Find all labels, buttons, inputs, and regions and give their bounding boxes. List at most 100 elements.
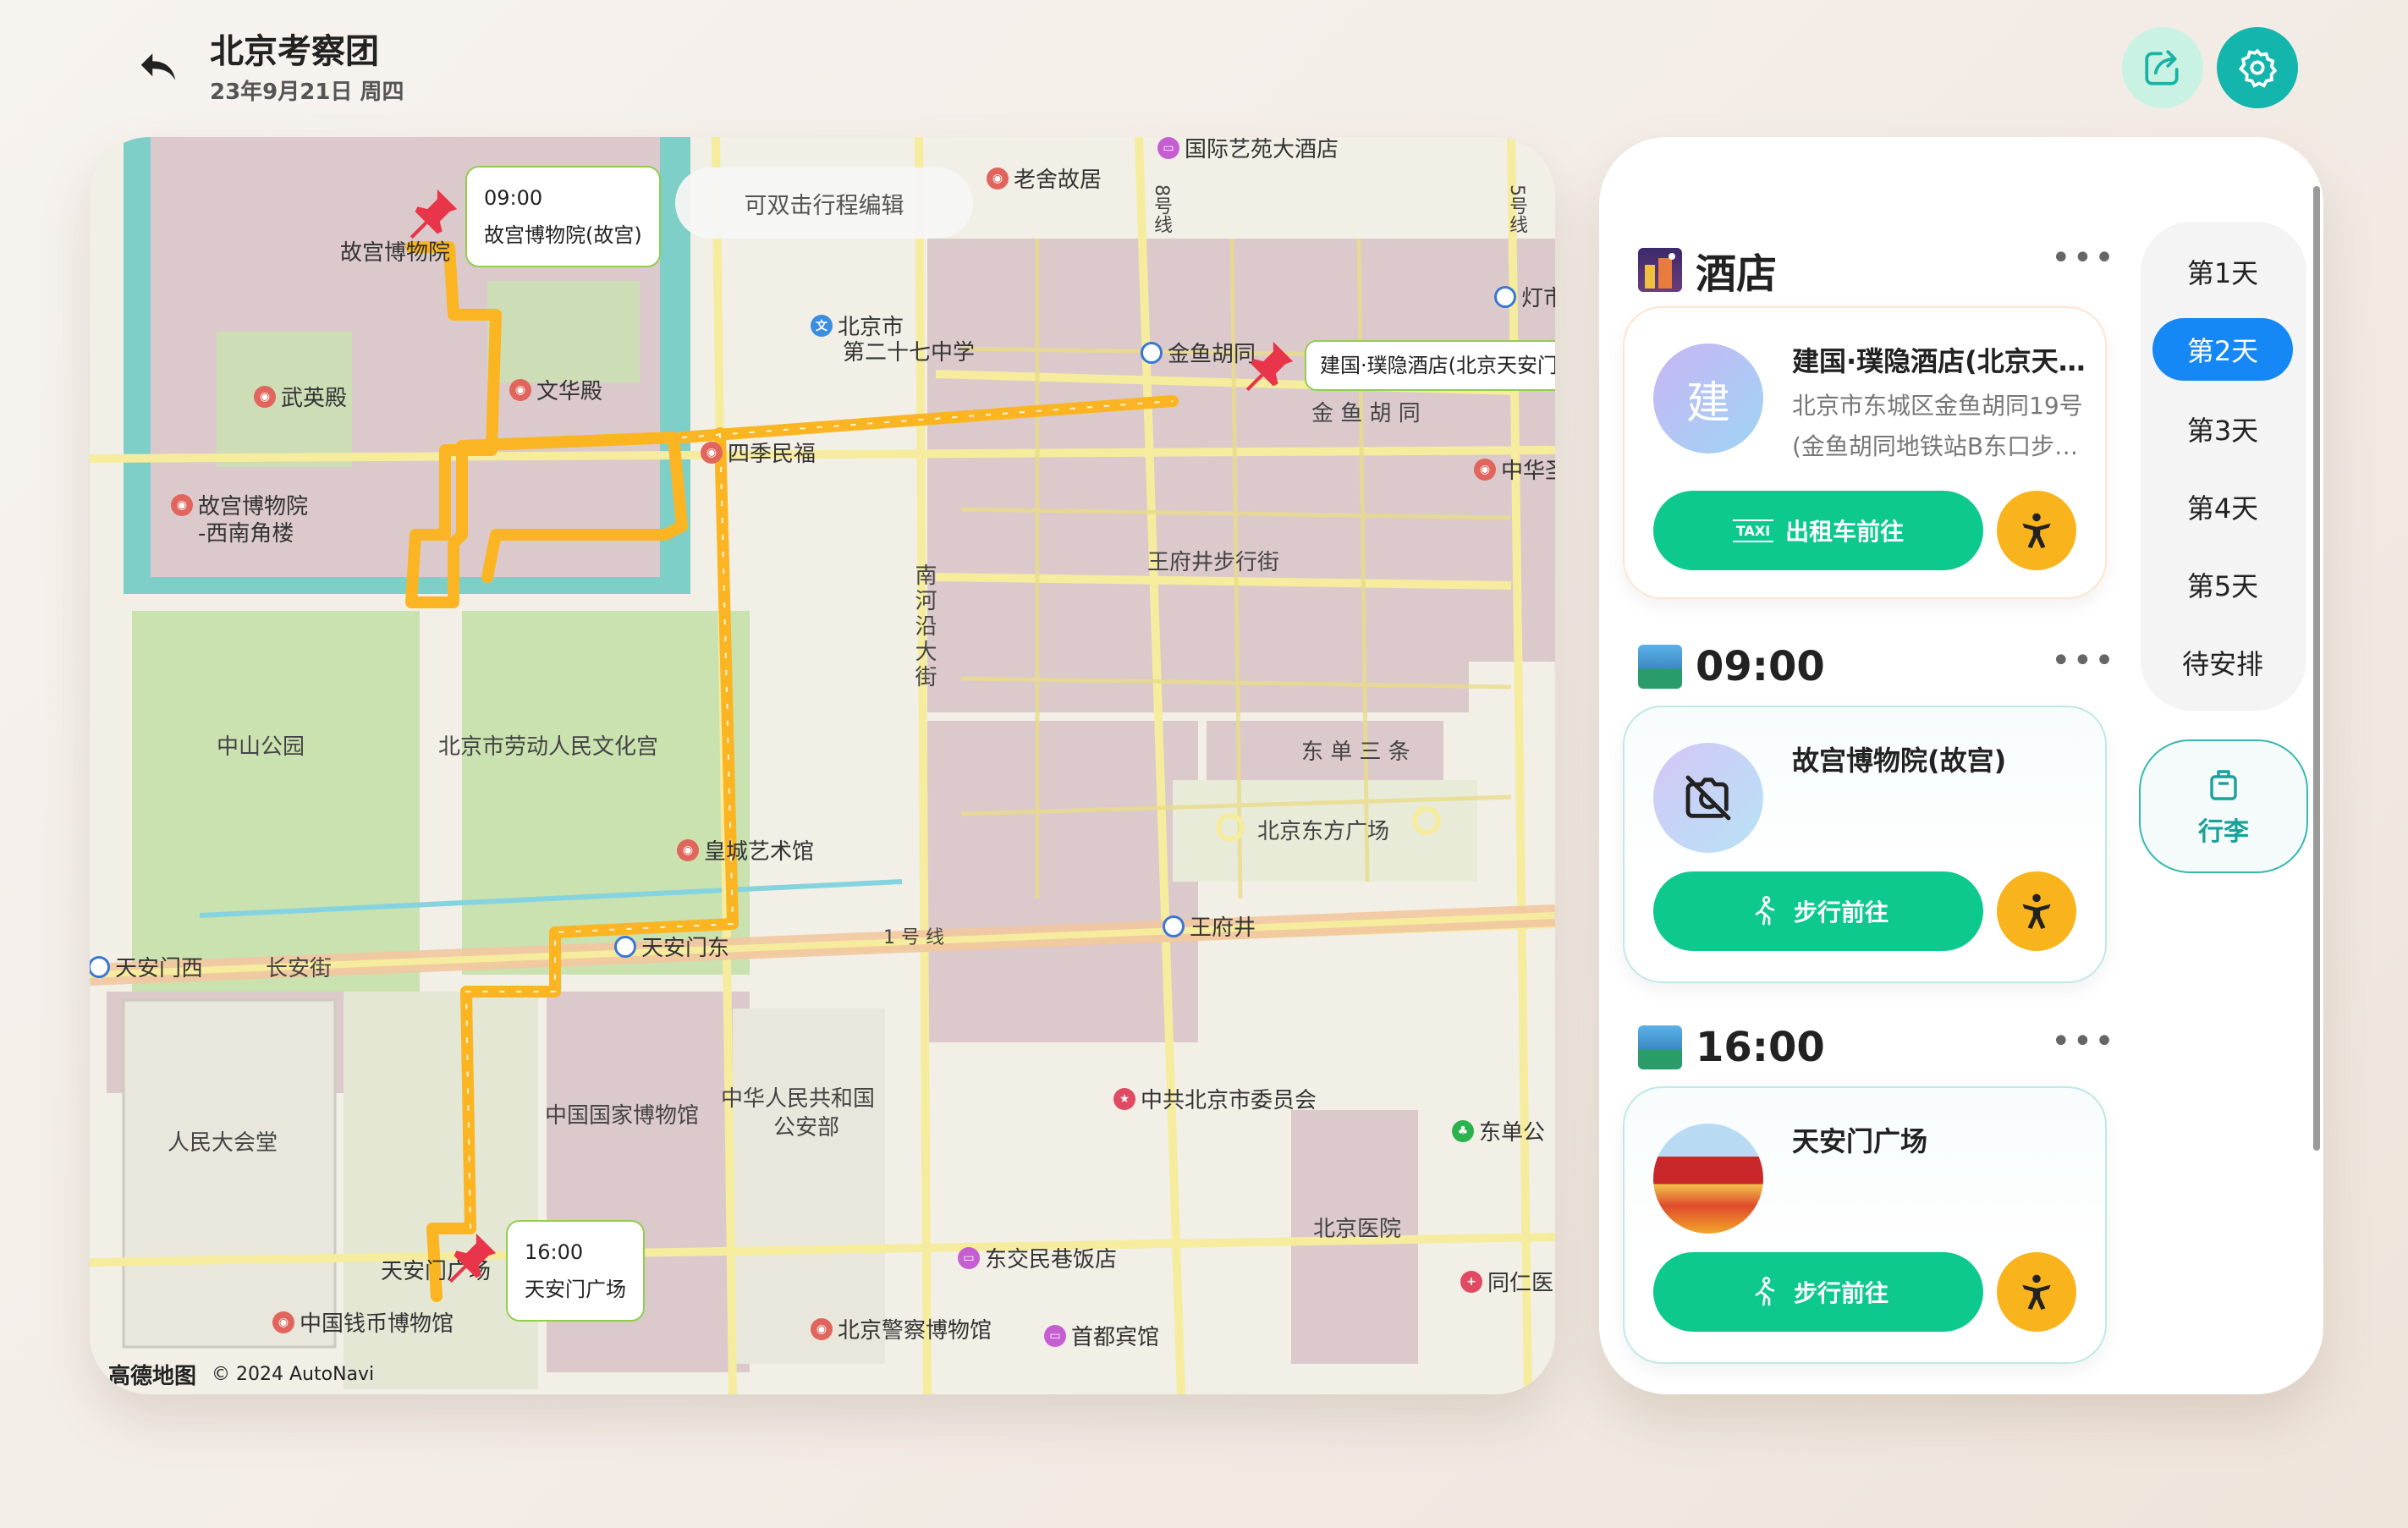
pin-icon[interactable] (1239, 337, 1298, 396)
day-tab[interactable]: 第4天 (2152, 475, 2293, 538)
map-poi[interactable]: ▭ 首都宾馆 (1044, 1320, 1159, 1351)
metro-icon (1141, 341, 1163, 364)
map-poi[interactable]: ◉ 北京警察博物馆 (811, 1313, 992, 1344)
map-poi[interactable]: ◉中华圣 (1474, 453, 1555, 485)
day-tab[interactable]: 第3天 (2152, 398, 2293, 460)
map-label: 1 号 线 (883, 927, 944, 948)
map-callout[interactable]: 建国·璞隐酒店(北京天安门 (1305, 340, 1555, 391)
map-brand: 高德地图 (108, 1364, 197, 1389)
metro-icon (90, 955, 110, 978)
route-map[interactable]: 中山公园 北京市劳动人民文化宫 王府井步行街 北京东方广场 人民大会堂 中国国家… (90, 137, 1555, 1394)
luggage-icon (2210, 770, 2237, 800)
edit-hint: 可双击行程编辑 (675, 168, 973, 239)
accessibility-button[interactable] (1997, 491, 2076, 570)
spot-name: 天安门广场 (1792, 1125, 1928, 1157)
section-title: 酒店 (1696, 250, 1778, 298)
accessibility-icon (2022, 1274, 2051, 1311)
map-poi[interactable]: -西南角楼 (198, 516, 294, 547)
school-icon: 文 (811, 314, 833, 337)
spot2-header: 16:00 (1638, 1024, 1825, 1071)
map-poi[interactable]: 王府井 (1163, 910, 1256, 942)
map-poi[interactable]: ◉ 老舍故居 (987, 162, 1102, 194)
map-label: 南河沿大街 (911, 563, 937, 690)
hotel-address: 北京市东城区金鱼胡同19号 (金鱼胡同地铁站B东口步… (1792, 392, 2083, 460)
more-button[interactable]: ••• (2051, 239, 2116, 278)
map-poi[interactable]: ◉ 中国钱币博物馆 (272, 1306, 454, 1338)
map-label: 中国国家博物馆 (545, 1103, 700, 1129)
map-poi[interactable]: + 同仁医 (1460, 1266, 1553, 1297)
map-poi[interactable]: ▭ 东交民巷饭店 (958, 1242, 1117, 1273)
map-callout[interactable]: 16:00 天安门广场 (506, 1220, 645, 1322)
more-button[interactable]: ••• (2051, 1022, 2116, 1061)
map-poi[interactable]: 第二十七中学 (843, 335, 975, 366)
more-button[interactable]: ••• (2051, 641, 2116, 680)
map-poi[interactable]: ★ 中共北京市委员会 (1113, 1083, 1317, 1114)
map-poi[interactable]: ◉ 武英殿 (254, 381, 347, 412)
spot-time: 09:00 (1696, 643, 1825, 690)
accessibility-button[interactable] (1997, 1252, 2076, 1332)
map-label: 北京医院 (1313, 1217, 1402, 1242)
pin-icon[interactable] (403, 184, 462, 244)
back-arrow-icon (140, 53, 176, 80)
walk-button[interactable]: 步行前往 (1653, 1252, 1983, 1332)
spot-photo (1653, 1124, 1763, 1234)
map-label: 北京市劳动人民文化宫 (438, 734, 659, 760)
day-tab[interactable]: 第1天 (2152, 240, 2293, 303)
map-poi[interactable]: ◉ 皇城艺术馆 (677, 834, 814, 866)
map-callout[interactable]: 09:00 故宫博物院(故宫) (465, 166, 661, 267)
map-poi[interactable]: 天安门东 (614, 931, 729, 962)
share-button[interactable] (2122, 27, 2203, 108)
spot-card[interactable]: 天安门广场 步行前往 (1623, 1086, 2107, 1364)
map-label: 中华人民共和国 (721, 1086, 876, 1112)
park-icon: ♣ (1452, 1119, 1474, 1142)
hotel-icon: ▭ (1157, 137, 1179, 159)
poi-icon: ◉ (254, 385, 276, 408)
trip-date: 23年9月21日 周四 (210, 80, 404, 105)
back-button[interactable] (135, 44, 181, 90)
metro-icon (1494, 285, 1516, 308)
walk-button[interactable]: 步行前往 (1653, 871, 1983, 951)
hotel-name: 建国·璞隐酒店(北京天… (1792, 345, 2086, 377)
pin-icon[interactable] (442, 1228, 501, 1288)
day-tab[interactable]: 第5天 (2152, 553, 2293, 616)
spot-time: 16:00 (1696, 1024, 1825, 1071)
map-poi[interactable]: 天安门西 (90, 951, 203, 982)
map-label: 北京东方广场 (1257, 819, 1390, 844)
poi-icon: ◉ (171, 493, 193, 516)
spot-name: 故宫博物院(故宫) (1792, 745, 2007, 777)
map-label: 8号线 (1151, 184, 1172, 234)
share-icon (2145, 50, 2179, 85)
page-title: 北京考察团 (210, 32, 379, 71)
scrollbar[interactable] (2313, 186, 2320, 1151)
callout-time: 09:00 (484, 186, 543, 210)
map-label: 5号线 (1506, 184, 1527, 234)
day-tab-active[interactable]: 第2天 (2152, 318, 2293, 381)
hospital-icon: + (1460, 1270, 1482, 1293)
hotel-icon: ▭ (958, 1246, 980, 1269)
map-label: 东 单 三 条 (1301, 739, 1410, 765)
map-poi[interactable]: ♣ 东单公 (1452, 1115, 1545, 1146)
map-poi[interactable]: ◉ 四季民福 (701, 437, 816, 468)
hotel-avatar: 建 (1653, 344, 1763, 453)
map-poi[interactable]: ▭ 国际艺苑大酒店 (1157, 137, 1339, 163)
map-credit: 高德地图 © 2024 AutoNavi (108, 1359, 374, 1390)
taxi-button[interactable]: TAXI 出租车前往 (1653, 491, 1983, 570)
callout-place: 天安门广场 (525, 1278, 626, 1301)
spot-card[interactable]: 故宫博物院(故宫) 步行前往 (1623, 706, 2107, 983)
scenery-icon (1638, 1025, 1682, 1069)
unscheduled-tab[interactable]: 待安排 (2152, 631, 2293, 694)
metro-icon (614, 935, 636, 958)
hotel-card[interactable]: 建 建国·璞隐酒店(北京天… 北京市东城区金鱼胡同19号 (金鱼胡同地铁站B东口… (1623, 306, 2107, 599)
luggage-button[interactable]: 行李 (2139, 739, 2308, 873)
poi-icon: ★ (1113, 1087, 1135, 1110)
callout-place: 建国·璞隐酒店(北京天安门 (1320, 354, 1555, 377)
taxi-icon: TAXI (1732, 519, 1774, 542)
settings-button[interactable] (2217, 27, 2298, 108)
map-poi[interactable]: 灯市 (1494, 281, 1555, 312)
map-poi[interactable]: ◉ 文华殿 (509, 374, 602, 405)
callout-time: 16:00 (525, 1240, 584, 1264)
accessibility-button[interactable] (1997, 871, 2076, 951)
scenery-icon (1638, 645, 1682, 689)
callout-place: 故宫博物院(故宫) (484, 223, 642, 247)
map-label: 人民大会堂 (168, 1130, 278, 1156)
